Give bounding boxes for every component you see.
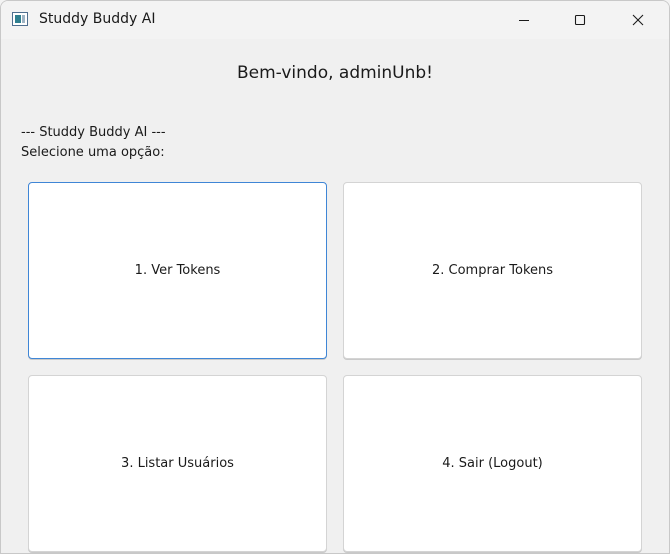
maximize-button[interactable] xyxy=(557,1,603,39)
title-bar[interactable]: Studdy Buddy AI xyxy=(1,1,669,39)
logout-button[interactable]: 4. Sair (Logout) xyxy=(343,375,642,552)
welcome-heading: Bem-vindo, adminUnb! xyxy=(236,63,433,83)
minimize-button[interactable] xyxy=(501,1,547,39)
comprar-tokens-button[interactable]: 2. Comprar Tokens xyxy=(343,182,642,359)
menu-header: --- Studdy Buddy AI --- xyxy=(21,125,166,140)
close-button[interactable] xyxy=(615,1,661,39)
listar-usuarios-button[interactable]: 3. Listar Usuários xyxy=(28,375,327,552)
app-window: Studdy Buddy AI Bem-vindo, adminUnb! ---… xyxy=(0,0,670,554)
window-title: Studdy Buddy AI xyxy=(39,11,156,27)
maximize-icon xyxy=(574,14,586,26)
close-icon xyxy=(632,14,644,26)
app-icon xyxy=(12,12,28,26)
ver-tokens-button[interactable]: 1. Ver Tokens xyxy=(28,182,327,359)
minimize-icon xyxy=(519,19,529,22)
menu-prompt: Selecione uma opção: xyxy=(21,145,165,160)
